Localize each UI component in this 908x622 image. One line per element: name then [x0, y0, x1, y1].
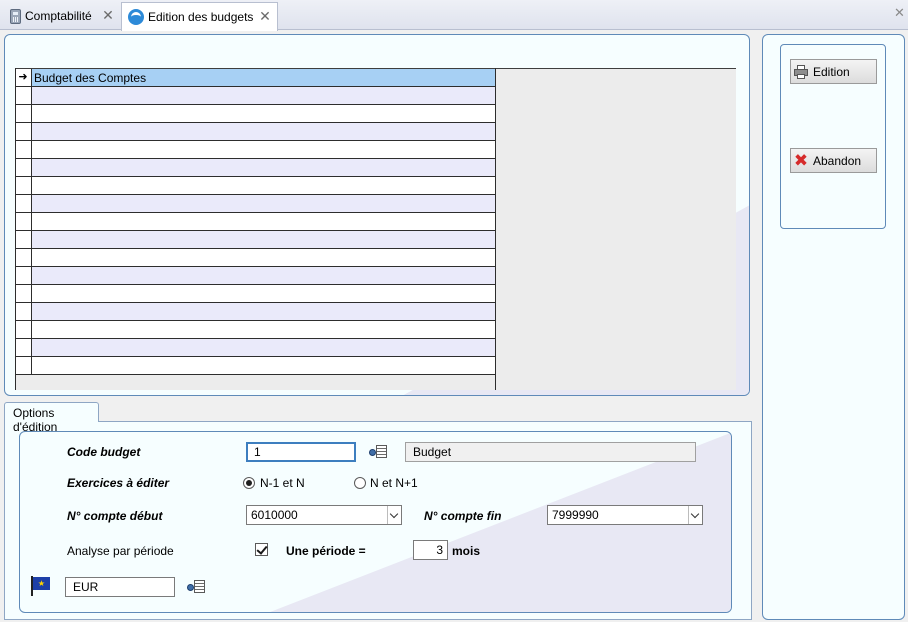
table-row[interactable]: [15, 177, 496, 195]
cancel-icon: ✖: [793, 150, 809, 170]
tab-edition-des-budgets[interactable]: Edition des budgets ✕: [121, 2, 278, 31]
tab-options-edition[interactable]: Options d'édition: [4, 402, 99, 434]
row-indicator: [15, 141, 32, 158]
abandon-button[interactable]: ✖ Abandon: [790, 148, 877, 173]
lookup-icon[interactable]: [369, 445, 387, 459]
compte-fin-value: 7999990: [552, 508, 599, 522]
row-indicator: [15, 213, 32, 230]
chevron-down-icon[interactable]: [688, 506, 702, 524]
table-row[interactable]: [15, 87, 496, 105]
analyse-periode-label: Analyse par période: [67, 544, 174, 558]
table-row[interactable]: [15, 231, 496, 249]
row-cell: Budget des Comptes: [34, 71, 147, 85]
radio-n-1-et-n[interactable]: [243, 477, 255, 489]
close-icon[interactable]: ✕: [102, 8, 114, 22]
compte-debut-label: N° compte début: [67, 509, 163, 523]
radio-n-et-n-plus-1-label[interactable]: N et N+1: [370, 476, 418, 490]
tab-label: Comptabilité: [25, 9, 92, 23]
row-indicator: [15, 321, 32, 338]
table-row[interactable]: [15, 249, 496, 267]
row-indicator: [15, 357, 32, 374]
compte-fin-label: N° compte fin: [424, 509, 502, 523]
periode-input[interactable]: 3: [413, 540, 448, 560]
row-indicator: [15, 231, 32, 248]
table-row[interactable]: [15, 321, 496, 339]
row-indicator: [15, 339, 32, 356]
row-indicator: [15, 177, 32, 194]
compte-debut-value: 6010000: [251, 508, 298, 522]
budget-grid[interactable]: ➜ Budget des Comptes: [15, 68, 736, 390]
row-indicator: [15, 303, 32, 320]
row-indicator: [15, 87, 32, 104]
eu-flag-icon: ★: [31, 576, 51, 596]
row-indicator: [15, 285, 32, 302]
periode-label: Une période =: [286, 544, 366, 558]
tab-bar: Comptabilité ✕ Edition des budgets ✕ ✕: [0, 0, 908, 31]
analyse-periode-checkbox[interactable]: [255, 543, 268, 556]
budget-description-field: Budget: [405, 442, 696, 462]
table-row[interactable]: ➜ Budget des Comptes: [15, 69, 496, 87]
row-indicator: [15, 267, 32, 284]
calculator-icon: [10, 8, 21, 24]
table-row[interactable]: [15, 285, 496, 303]
radio-n-et-n-plus-1[interactable]: [354, 477, 366, 489]
row-pointer-icon: ➜: [15, 69, 32, 86]
row-indicator: [15, 249, 32, 266]
table-row[interactable]: [15, 123, 496, 141]
table-row[interactable]: [15, 159, 496, 177]
exercices-label: Exercices à éditer: [67, 476, 170, 490]
radio-n-1-et-n-label[interactable]: N-1 et N: [260, 476, 305, 490]
compte-debut-select[interactable]: 6010000: [246, 505, 402, 525]
table-row[interactable]: [15, 141, 496, 159]
edition-button-label: Edition: [813, 64, 850, 79]
row-indicator: [15, 195, 32, 212]
periode-unit: mois: [452, 544, 481, 558]
grid-border: [15, 68, 16, 390]
lookup-icon[interactable]: [187, 580, 205, 594]
table-row[interactable]: [15, 213, 496, 231]
close-all-icon[interactable]: ✕: [894, 6, 906, 20]
chevron-down-icon[interactable]: [387, 506, 401, 524]
row-indicator: [15, 159, 32, 176]
abandon-button-label: Abandon: [813, 153, 862, 168]
close-icon[interactable]: ✕: [259, 9, 271, 23]
compte-fin-select[interactable]: 7999990: [547, 505, 703, 525]
code-budget-label: Code budget: [67, 445, 141, 459]
table-row[interactable]: [15, 195, 496, 213]
app-logo-icon: [128, 9, 144, 25]
grid-rows: ➜ Budget des Comptes: [15, 69, 496, 375]
printer-icon: [793, 64, 809, 80]
table-row[interactable]: [15, 339, 496, 357]
devise-input[interactable]: EUR: [65, 577, 175, 597]
grid-border: [495, 68, 496, 390]
tab-comptabilite[interactable]: Comptabilité ✕: [2, 2, 120, 30]
edition-button[interactable]: Edition: [790, 59, 877, 84]
row-indicator: [15, 105, 32, 122]
row-indicator: [15, 123, 32, 140]
table-row[interactable]: [15, 105, 496, 123]
code-budget-input[interactable]: 1: [246, 442, 356, 462]
table-row[interactable]: [15, 267, 496, 285]
table-row[interactable]: [15, 357, 496, 375]
tab-label: Edition des budgets: [148, 10, 254, 24]
table-row[interactable]: [15, 303, 496, 321]
